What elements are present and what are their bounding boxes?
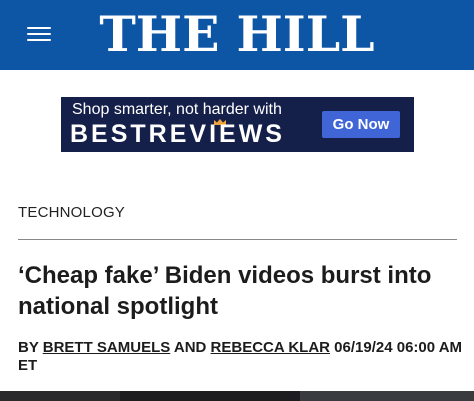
hero-image-shade-right [300,391,474,401]
section-label[interactable]: TECHNOLOGY [18,204,125,222]
article-byline: BY BRETT SAMUELS AND REBECCA KLAR 06/19/… [18,339,463,375]
section-divider [18,239,457,240]
go-now-button[interactable]: Go Now [322,111,400,138]
hero-image-shade-left [0,391,120,401]
author-link-rebecca-klar[interactable]: REBECCA KLAR [211,339,330,356]
byline-prefix: BY [18,339,39,356]
byline-conjunction: AND [173,339,207,356]
site-logo[interactable]: THE HILL [82,4,392,64]
menu-bar-middle [27,33,51,35]
site-header: THE HILL [0,0,474,70]
ad-brand-logo: BESTREVIEWS [70,120,285,148]
menu-bar-top [27,27,51,29]
menu-bar-bottom [27,39,51,41]
advertisement-banner[interactable]: Shop smarter, not harder with BESTREVIEW… [61,97,414,152]
hero-image[interactable] [0,391,474,401]
ad-tagline: Shop smarter, not harder with [72,101,282,118]
hamburger-menu-icon[interactable] [27,26,51,42]
author-link-brett-samuels[interactable]: BRETT SAMUELS [43,339,171,356]
article-headline: ‘Cheap fake’ Biden videos burst into nat… [18,262,432,320]
